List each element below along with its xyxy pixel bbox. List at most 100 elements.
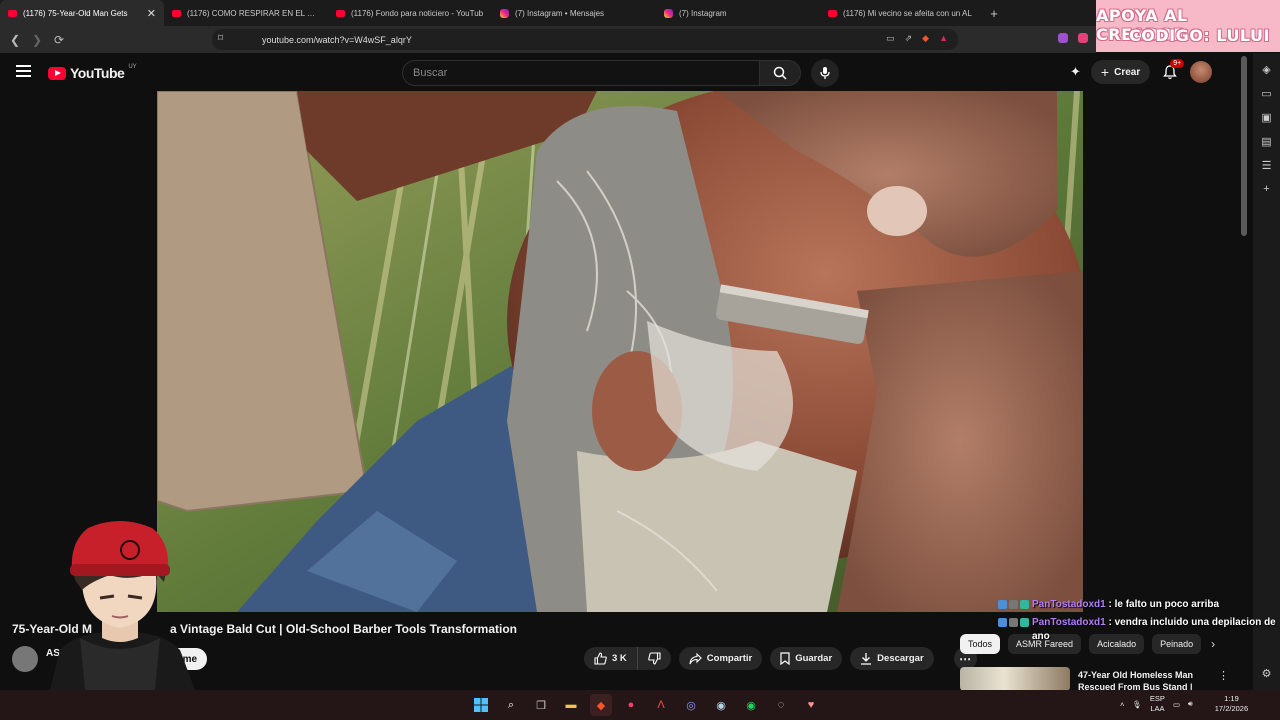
notifications-button[interactable]: 9+ [1160,59,1185,82]
create-button[interactable]: + Crear [1090,60,1151,84]
mic-tray-icon[interactable]: 🎙︎ [1132,700,1142,709]
close-tab-icon[interactable]: ✕ [147,7,156,20]
like-button[interactable]: 3 K [584,647,638,670]
windows-taskbar: ⌕ ❐ ▬ ◆ ● Λ ◎ ◉ ◉ ◌ ♥ ˄ 🎙︎ ESP LAA ▭ 🔊︎ … [0,690,1280,720]
badge-icon [1009,600,1018,609]
wallet-icon[interactable]: ▣ [1253,105,1280,129]
instagram-favicon-icon [664,8,673,18]
address-bar[interactable]: youtube.com/watch?v=W4wSF_alqrY ▭ ⇗ ◆ ▲ [212,29,958,50]
adobe-icon[interactable]: Λ [650,694,672,716]
badge-icon [1020,618,1029,627]
clock[interactable]: 1:19 17/2/2026 [1215,694,1248,714]
voice-search-button[interactable] [811,59,839,87]
youtube-favicon-icon [336,9,345,17]
address-bar-actions: ▭ ⇗ ◆ ▲ [886,33,948,44]
add-panel-icon[interactable]: + [1253,177,1280,201]
microphone-icon [820,67,830,79]
chat-text: : le falto un poco arriba [1108,599,1220,610]
tab-active[interactable]: (1176) 75-Year-Old Man Gets ✕ [0,0,164,26]
discord-icon[interactable]: ◎ [680,694,702,716]
account-avatar[interactable] [1190,61,1213,83]
cast-icon[interactable]: ▭ [886,33,895,44]
file-explorer-icon[interactable]: ▬ [560,694,582,716]
brave-rewards-icon[interactable]: ▲ [939,33,948,44]
region-code: UY [128,64,137,70]
task-view-icon[interactable]: ❐ [530,694,552,716]
youtube-logo[interactable]: YouTube UY [48,64,137,81]
bookmark-save-icon [780,652,790,665]
instagram-favicon-icon [500,8,509,18]
bookmarks-icon[interactable]: ▤ [1253,129,1280,153]
download-icon [861,653,872,665]
extension-icon[interactable] [1078,33,1088,43]
bookmark-icon[interactable]: ⌑ [218,33,223,44]
tab-title: (1176) Mi vecino se afeita con un AL [843,8,972,18]
download-button[interactable]: Descargar [850,647,934,670]
reload-icon[interactable]: ⟳ [48,33,70,47]
tab[interactable]: (1176) Fondo para noticiero - YouTub [328,0,492,26]
tab[interactable]: (7) Instagram • Mensajes [492,0,656,26]
youtube-header: YouTube UY ✦ + Crear 9+ [0,53,1240,91]
volume-icon[interactable]: 🔊︎ [1188,699,1193,709]
save-label: Guardar [795,653,833,664]
back-icon[interactable]: ❮ [4,33,26,47]
recommended-video[interactable]: 47-Year Old Homeless Man Rescued From Bu… [960,667,1230,691]
brave-shield-icon[interactable]: ◆ [922,33,929,44]
page-scrollbar[interactable] [1241,56,1247,236]
tab-title: (1176) Fondo para noticiero - YouTub [351,8,484,18]
network-icon[interactable]: ▭ [1173,700,1180,709]
video-player[interactable] [157,91,1083,612]
url-text: youtube.com/watch?v=W4wSF_alqrY [262,34,412,45]
header-actions: ✦ + Crear 9+ [1070,59,1213,84]
menu-icon[interactable] [16,65,31,77]
browser-toolbar: ❮ ❯ ⟳ youtube.com/watch?v=W4wSF_alqrY ▭ … [0,26,1096,53]
steam-icon[interactable]: ◉ [710,694,732,716]
media-player-icon[interactable]: ● [620,694,642,716]
tab-title: (1176) 75-Year-Old Man Gets [23,8,128,18]
lang-line-1: ESP [1149,694,1165,703]
language-indicator[interactable]: ESP LAA [1150,694,1165,714]
spotify-icon[interactable]: ◉ [740,694,762,716]
recommended-title[interactable]: 47-Year Old Homeless Man Rescued From Bu… [1078,669,1208,691]
badge-icon [1009,618,1018,627]
video-actions: 3 K Compartir Guardar Descargar ⋯ [584,647,977,670]
tab[interactable]: (1176) Mi vecino se afeita con un AL [820,0,984,26]
banner-line-2: CODIGO: LULUI [1129,26,1270,45]
chevron-up-icon[interactable]: ˄ [1120,700,1124,709]
more-vert-icon[interactable]: ⋮ [1218,669,1229,682]
thumbs-up-icon [594,652,607,665]
tab-title: (7) Instagram • Mensajes [515,8,605,18]
tab[interactable]: (1176) COMO RESPIRAR EN EL SER H [164,0,328,26]
tab-title: (7) Instagram [679,8,727,18]
search-taskbar-icon[interactable]: ⌕ [500,694,522,716]
playlist-icon[interactable]: ☰ [1253,153,1280,177]
reading-list-icon[interactable]: ▭ [1253,81,1280,105]
save-button[interactable]: Guardar [770,647,843,670]
dislike-button[interactable] [638,647,671,670]
ai-sparkle-icon[interactable]: ✦ [1070,64,1081,80]
share-label: Compartir [706,653,753,664]
app-icon[interactable]: ♥ [800,694,822,716]
search-input[interactable] [413,67,713,79]
browser-sidebar: ◈ ▭ ▣ ▤ ☰ + ⚙ [1253,53,1280,690]
like-count: 3 K [612,653,627,664]
search-button[interactable] [759,60,801,86]
sidebar-settings-icon[interactable]: ⚙ [1253,661,1280,685]
search-icon [773,66,787,80]
extension-icon[interactable] [1058,33,1068,43]
recommended-thumbnail[interactable] [960,667,1070,691]
obs-icon[interactable]: ◌ [770,694,792,716]
leo-ai-icon[interactable]: ◈ [1253,57,1280,81]
start-icon[interactable] [470,694,492,716]
share-button[interactable]: Compartir [678,647,763,670]
new-tab-button[interactable]: + [984,6,1004,21]
chat-badges [998,600,1029,609]
forward-icon[interactable]: ❯ [26,33,48,47]
lang-line-2: LAA [1150,704,1165,713]
chip-all[interactable]: Todos [960,634,1001,654]
share-icon[interactable]: ⇗ [905,33,913,44]
creator-banner: APOYA AL CREADOR CODIGO: LULUI [1096,0,1280,52]
youtube-favicon-icon [828,9,837,17]
tab[interactable]: (7) Instagram [656,0,820,26]
brave-browser-icon[interactable]: ◆ [590,694,612,716]
